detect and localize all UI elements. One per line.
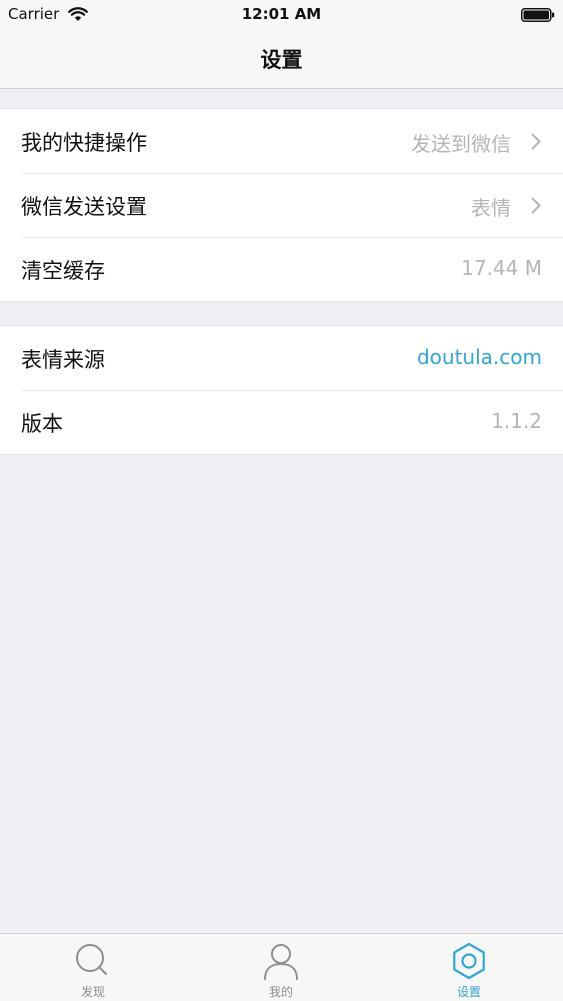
search-icon <box>76 944 107 975</box>
row-wechat-send-settings[interactable]: 微信发送设置 表情 <box>0 173 563 237</box>
tab-discover[interactable]: 发现 <box>53 934 133 1001</box>
person-icon <box>264 944 298 980</box>
page-title: 设置 <box>260 48 303 72</box>
row-version: 版本 1.1.2 <box>0 390 563 454</box>
status-bar: Carrier 12:01 AM <box>0 0 563 30</box>
row-label: 清空缓存 <box>21 259 105 283</box>
row-emoji-source[interactable]: 表情来源 doutula.com <box>0 326 563 390</box>
gear-icon <box>453 942 485 980</box>
chevron-right-icon <box>531 197 541 214</box>
row-value: 发送到微信 <box>411 132 511 156</box>
row-quick-action[interactable]: 我的快捷操作 发送到微信 <box>0 109 563 173</box>
row-clear-cache[interactable]: 清空缓存 17.44 M <box>0 237 563 301</box>
tab-label: 发现 <box>80 985 105 999</box>
cache-size-value: 17.44 M <box>461 256 542 280</box>
tab-label: 我的 <box>268 985 293 999</box>
settings-group-general: 我的快捷操作 发送到微信 微信发送设置 表情 清空缓存 17.44 M <box>0 108 563 302</box>
row-label: 版本 <box>21 412 63 436</box>
emoji-source-link[interactable]: doutula.com <box>417 345 542 369</box>
row-label: 我的快捷操作 <box>21 131 147 155</box>
settings-group-about: 表情来源 doutula.com 版本 1.1.2 <box>0 325 563 455</box>
battery-icon <box>521 8 555 22</box>
chevron-right-icon <box>531 133 541 150</box>
row-label: 微信发送设置 <box>21 195 147 219</box>
row-label: 表情来源 <box>21 348 105 372</box>
version-value: 1.1.2 <box>491 409 542 433</box>
tab-settings[interactable]: 设置 <box>429 934 509 1001</box>
tab-mine[interactable]: 我的 <box>241 934 321 1001</box>
status-time: 12:01 AM <box>241 5 322 23</box>
navigation-bar: 设置 <box>0 30 563 89</box>
tab-bar: 发现 我的 设置 <box>0 933 563 1001</box>
tab-label: 设置 <box>456 985 481 999</box>
row-value: 表情 <box>471 196 511 220</box>
